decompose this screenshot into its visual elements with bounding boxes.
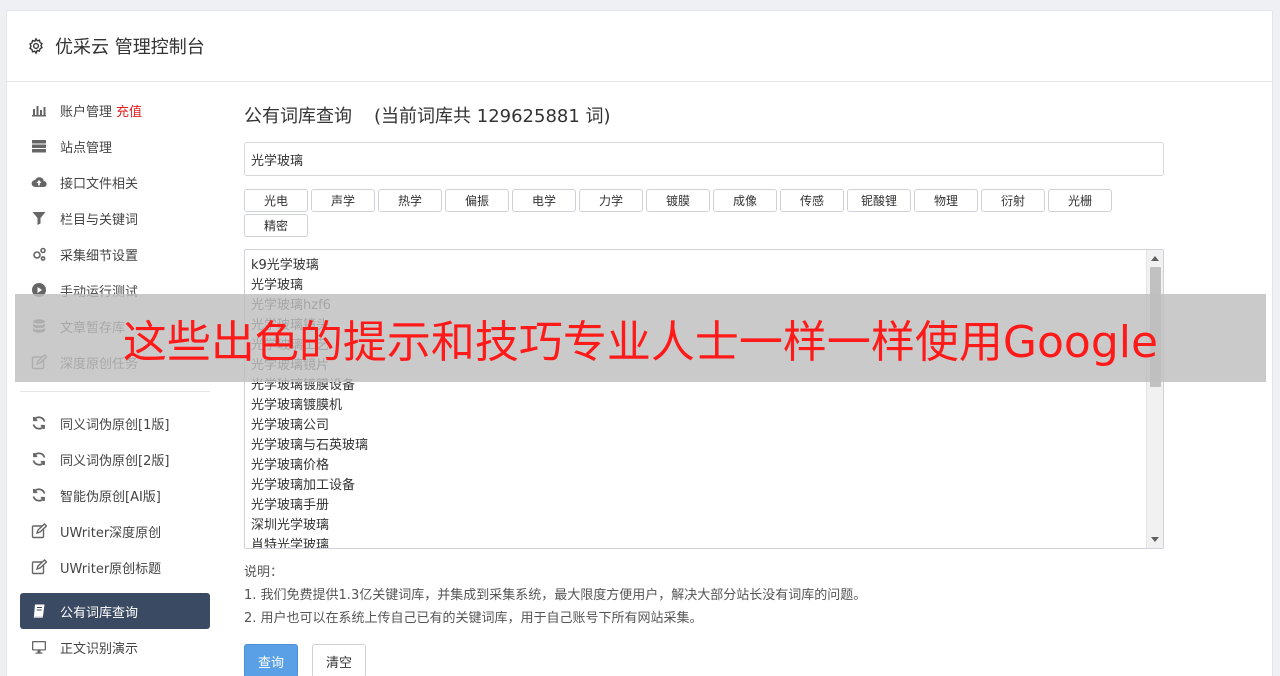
list-item[interactable]: k9光学玻璃 [251,256,1163,276]
sidebar-item-group2-0[interactable]: 同义词伪原创[1版] [20,405,210,441]
sidebar-item-label: 采集细节设置 [60,248,139,264]
sidebar-item-group2-1[interactable]: 同义词伪原创[2版] [20,441,210,477]
notes-title: 说明： [244,565,284,580]
bar-chart-icon [30,102,48,118]
edit-icon [30,559,48,575]
tag-button[interactable]: 精密 [244,214,308,237]
monitor-icon [30,639,48,655]
banner-text: 这些出色的提示和技巧专业人士一样一样使用Google [122,317,1159,368]
sidebar-item-label: 智能伪原创[AI版] [60,489,161,505]
tag-list: 光电 声学 热学 偏振 电学 力学 镀膜 成像 传感 铌酸锂 物理 衍射 光栅精密 [244,189,1144,239]
cloud-upload-icon [30,174,48,190]
note-1: 1. 我们免费提供1.3亿关键词库，并集成到采集系统，最大限度方便用户，解决大部… [244,588,867,603]
list-item[interactable]: 光学玻璃公司 [251,416,1163,436]
sidebar-item-label: 同义词伪原创[2版] [60,453,170,469]
gears-icon [30,246,48,262]
tag-button[interactable]: 光电 [244,189,308,212]
sidebar-item-label: 正文识别演示 [60,641,139,657]
tag-button[interactable]: 电学 [512,189,576,212]
tag-button[interactable]: 物理 [914,189,978,212]
tag-button[interactable]: 声学 [311,189,375,212]
sidebar-item-label: 栏目与关键词 [60,212,139,228]
tag-button[interactable]: 铌酸锂 [847,189,911,212]
sidebar-item-group2-3[interactable]: UWriter深度原创 [20,513,210,549]
page-title: 公有词库查询 (当前词库共 129625881 词) [244,102,1164,128]
list-item[interactable]: 光学玻璃加工设备 [251,476,1163,496]
word-count: (当前词库共 129625881 词) [374,106,611,127]
list-item[interactable]: 光学玻璃与石英玻璃 [251,436,1163,456]
sidebar-item-group2-4[interactable]: UWriter原创标题 [20,549,210,585]
tag-button[interactable]: 传感 [780,189,844,212]
sidebar-item-group3-1[interactable]: 正文识别演示 [20,629,210,665]
main-content: 公有词库查询 (当前词库共 129625881 词) 光电声学热学偏振电学力学镀膜… [244,92,1164,676]
refresh-icon [30,451,48,467]
sidebar-item-label: 接口文件相关 [60,176,139,192]
notes: 说明： 1. 我们免费提供1.3亿关键词库，并集成到采集系统，最大限度方便用户，… [244,561,1164,630]
tag-button[interactable]: 偏振 [445,189,509,212]
sidebar-item-label: UWriter原创标题 [60,561,162,577]
sidebar-item-group1-1[interactable]: 站点管理 [20,128,210,164]
edit-icon [30,523,48,539]
list-item[interactable]: 光学玻璃 [251,276,1163,296]
note-2: 2. 用户也可以在系统上传自己已有的关键词库，用于自己账号下所有网站采集。 [244,611,703,626]
sidebar-item-group1-3[interactable]: 栏目与关键词 [20,200,210,236]
header: 优采云 管理控制台 [7,11,1272,82]
tag-button[interactable]: 力学 [579,189,643,212]
action-buttons: 查询 清空 [244,644,1164,676]
list-item[interactable]: 光学玻璃价格 [251,456,1163,476]
filter-icon [30,210,48,226]
sidebar-item-label: 账户管理 [60,104,113,120]
tag-button[interactable]: 光栅 [1048,189,1112,212]
sidebar-item-group1-2[interactable]: 接口文件相关 [20,164,210,200]
nav-divider [20,391,210,392]
sidebar-item-label: 同义词伪原创[1版] [60,417,170,433]
sidebar-item-label: 站点管理 [60,140,113,156]
sidebar-item-group2-2[interactable]: 智能伪原创[AI版] [20,477,210,513]
sidebar-item-label: UWriter深度原创 [60,525,162,541]
sidebar-item-group1-4[interactable]: 采集细节设置 [20,236,210,272]
sidebar-item-group3-0[interactable]: 公有词库查询 [20,593,210,629]
tag-button[interactable]: 成像 [713,189,777,212]
gear-icon [29,37,43,55]
sidebar-item-group1-0[interactable]: 账户管理 充值 [20,92,210,128]
list-item[interactable]: 光学玻璃手册 [251,496,1163,516]
query-button[interactable]: 查询 [244,644,298,676]
list-item[interactable]: 光学玻璃镀膜机 [251,396,1163,416]
server-icon [30,138,48,154]
tag-button[interactable]: 衍射 [981,189,1045,212]
scroll-up-icon[interactable] [1151,256,1159,261]
tag-button[interactable]: 镀膜 [646,189,710,212]
list-item[interactable]: 肖特光学玻璃 [251,536,1163,548]
refresh-icon [30,487,48,503]
scroll-down-icon[interactable] [1151,537,1159,542]
list-item[interactable]: 深圳光学玻璃 [251,516,1163,536]
app-title: 优采云 管理控制台 [55,37,205,58]
sidebar-item-label: 公有词库查询 [60,605,139,621]
refresh-icon [30,415,48,431]
page-title-text: 公有词库查询 [244,106,352,127]
keyword-search-input[interactable] [244,142,1164,176]
tag-button[interactable]: 热学 [378,189,442,212]
clear-button[interactable]: 清空 [312,644,366,676]
recharge-link[interactable]: 充值 [116,101,142,120]
book-icon [30,603,48,619]
watermark-banner: 这些出色的提示和技巧专业人士一样一样使用Google [15,294,1266,382]
